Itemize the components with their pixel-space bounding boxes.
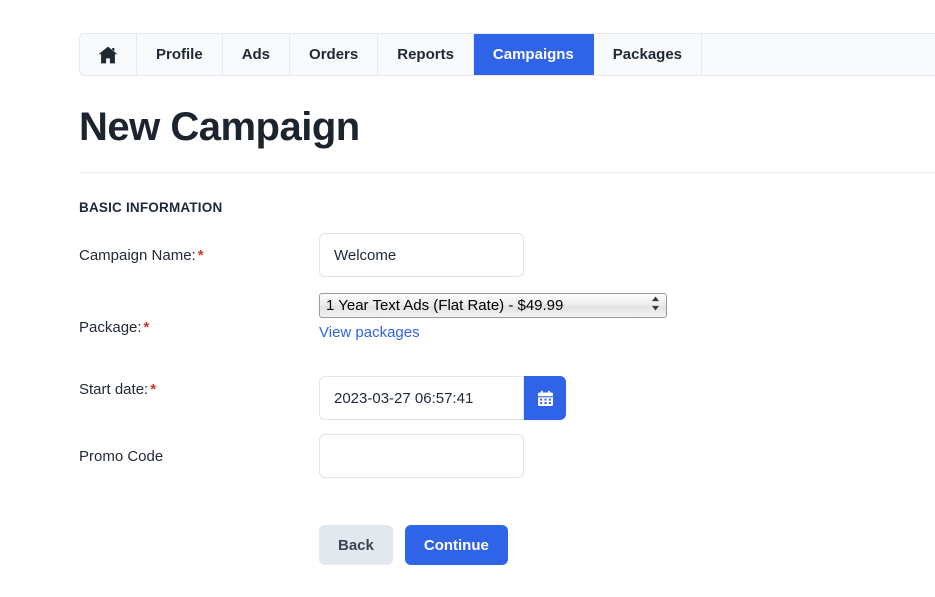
tab-reports-label: Reports: [397, 46, 454, 63]
label-start-date-text: Start date:: [79, 381, 149, 398]
required-asterisk: *: [197, 247, 204, 264]
view-packages-link[interactable]: View packages: [319, 324, 420, 341]
tab-orders-label: Orders: [309, 46, 359, 63]
label-package-text: Package:: [79, 319, 142, 336]
tab-campaigns-label: Campaigns: [492, 46, 574, 63]
section-label-basic-information: BASIC INFORMATION: [79, 200, 223, 215]
control-promo-code: [319, 434, 524, 478]
start-date-input[interactable]: [319, 376, 524, 420]
tab-home[interactable]: [80, 34, 137, 75]
tab-profile[interactable]: Profile: [137, 34, 223, 75]
title-divider: [79, 172, 935, 173]
label-promo-code: Promo Code: [79, 448, 163, 465]
campaign-name-input[interactable]: [319, 233, 524, 277]
tab-ads[interactable]: Ads: [223, 34, 291, 75]
label-campaign-name-text: Campaign Name:: [79, 247, 196, 264]
tab-packages-label: Packages: [612, 46, 683, 63]
calendar-icon: [537, 390, 554, 407]
package-select-wrapper: 1 Year Text Ads (Flat Rate) - $49.99: [319, 293, 667, 318]
tab-orders[interactable]: Orders: [290, 34, 379, 75]
form-actions: Back Continue: [319, 525, 508, 565]
main-navigation: Profile Ads Orders Reports Campaigns Pac…: [79, 33, 935, 76]
label-promo-code-text: Promo Code: [79, 448, 164, 465]
label-campaign-name: Campaign Name: *: [79, 247, 204, 264]
tab-campaigns[interactable]: Campaigns: [473, 34, 594, 75]
tab-ads-label: Ads: [241, 46, 271, 63]
label-start-date: Start date: *: [79, 381, 156, 398]
continue-button[interactable]: Continue: [404, 525, 508, 565]
control-campaign-name: [319, 233, 524, 277]
tab-packages[interactable]: Packages: [594, 34, 703, 75]
control-start-date: [319, 376, 566, 420]
navbar-empty-space: [702, 34, 935, 75]
required-asterisk: *: [150, 381, 157, 398]
required-asterisk: *: [143, 319, 150, 336]
start-date-group: [319, 376, 566, 420]
tab-profile-label: Profile: [156, 46, 203, 63]
control-package: 1 Year Text Ads (Flat Rate) - $49.99 Vie…: [319, 293, 667, 342]
tab-reports[interactable]: Reports: [378, 34, 474, 75]
label-package: Package: *: [79, 319, 149, 336]
package-select[interactable]: 1 Year Text Ads (Flat Rate) - $49.99: [319, 293, 667, 318]
calendar-picker-button[interactable]: [524, 376, 566, 420]
back-button[interactable]: Back: [319, 525, 393, 565]
home-icon: [98, 46, 118, 64]
promo-code-input[interactable]: [319, 434, 524, 478]
page-title: New Campaign: [79, 105, 360, 149]
